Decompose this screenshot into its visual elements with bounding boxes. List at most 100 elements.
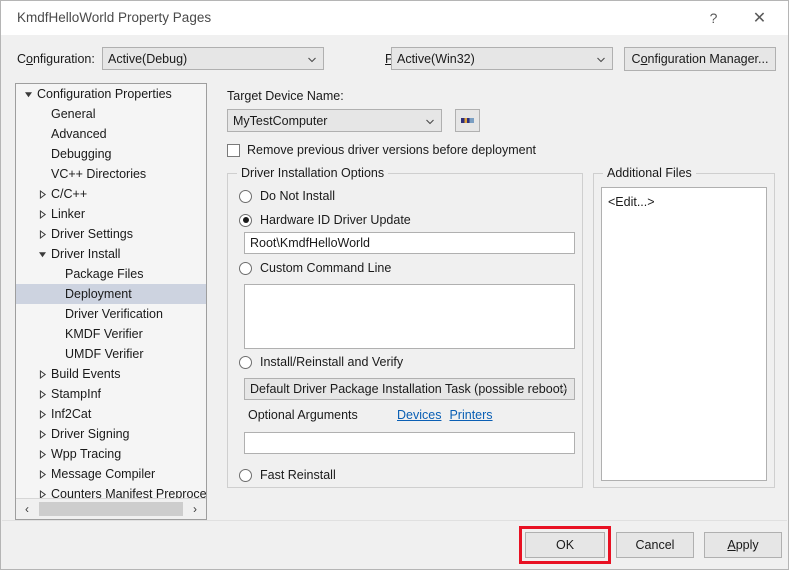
chevron-expanded-icon[interactable] (36, 244, 48, 264)
radio-custom-command-line[interactable]: Custom Command Line (239, 261, 391, 275)
configuration-manager-button[interactable]: Co nfiguration Manager... (624, 47, 776, 71)
radio-button[interactable] (239, 261, 252, 275)
browse-devices-button[interactable] (455, 109, 480, 132)
optional-arguments-label: Optional Arguments (248, 408, 358, 422)
remove-previous-versions-checkbox-row[interactable]: Remove previous driver versions before d… (227, 143, 536, 157)
radio-do-not-install-label: Do Not Install (260, 189, 336, 203)
radio-fast-reinstall[interactable]: Fast Reinstall (239, 468, 336, 482)
tree-horizontal-scrollbar[interactable]: ‹ › (16, 498, 206, 519)
tree-item[interactable]: General (16, 104, 206, 124)
tree-item[interactable]: Driver Settings (16, 224, 206, 244)
tree-item-label: Counters Manifest Preprocesso (51, 487, 206, 498)
additional-files-listbox[interactable]: <Edit...> (601, 187, 767, 481)
window-title: KmdfHelloWorld Property Pages (17, 10, 212, 25)
tree-item[interactable]: Message Compiler (16, 464, 206, 484)
additional-files-title: Additional Files (603, 166, 696, 180)
chevron-collapsed-icon[interactable] (36, 204, 48, 224)
ok-button[interactable]: OK (525, 532, 605, 558)
target-device-value: MyTestComputer (233, 113, 328, 128)
chevron-collapsed-icon[interactable] (36, 184, 48, 204)
help-icon[interactable]: ? (691, 1, 736, 35)
tree-item[interactable]: Build Events (16, 364, 206, 384)
chevron-collapsed-icon[interactable] (36, 424, 48, 444)
chevron-down-icon (596, 54, 605, 63)
tree-item[interactable]: UMDF Verifier (16, 344, 206, 364)
tree-item-label: Configuration Properties (37, 87, 172, 101)
custom-command-line-textarea[interactable] (244, 284, 575, 349)
installation-task-combobox[interactable]: Default Driver Package Installation Task… (244, 378, 575, 400)
configuration-combobox[interactable]: Active(Debug) (102, 47, 324, 70)
radio-custom-command-label: Custom Command Line (260, 261, 392, 275)
tree-item[interactable]: Driver Verification (16, 304, 206, 324)
tree-item[interactable]: StampInf (16, 384, 206, 404)
target-device-name-label: Target Device Name: (227, 89, 344, 103)
radio-install-verify-label: Install/Reinstall and Verify (260, 355, 404, 369)
tree-item-label: Inf2Cat (51, 407, 92, 421)
tree-item-label: Deployment (65, 287, 132, 301)
tree-item[interactable]: Driver Install (16, 244, 206, 264)
tree-item[interactable]: Debugging (16, 144, 206, 164)
chevron-collapsed-icon[interactable] (36, 364, 48, 384)
tree-item[interactable]: KMDF Verifier (16, 324, 206, 344)
tree-item[interactable]: Advanced (16, 124, 206, 144)
scroll-left-icon[interactable]: ‹ (16, 499, 38, 520)
list-item[interactable]: <Edit...> (608, 193, 766, 211)
tree-item-label: Message Compiler (51, 467, 156, 481)
property-pages-dialog: KmdfHelloWorld Property Pages ? ✕ Config… (0, 0, 789, 570)
cancel-button[interactable]: Cancel (616, 532, 694, 558)
tree-item[interactable]: C/C++ (16, 184, 206, 204)
scroll-right-icon[interactable]: › (184, 499, 206, 520)
chevron-expanded-icon[interactable] (22, 84, 34, 104)
radio-button[interactable] (239, 189, 252, 203)
tree-item-label: StampInf (51, 387, 102, 401)
tree-item-label: Package Files (65, 267, 144, 281)
printers-link[interactable]: Printers (449, 408, 492, 422)
tree-item[interactable]: Counters Manifest Preprocesso (16, 484, 206, 498)
chevron-down-icon (425, 116, 434, 125)
configuration-tree[interactable]: Configuration Properties General Advanced D… (15, 83, 207, 520)
chevron-collapsed-icon[interactable] (36, 404, 48, 424)
tree-item-label: General (51, 107, 96, 121)
devices-link[interactable]: Devices (397, 408, 441, 422)
tree-item[interactable]: Driver Signing (16, 424, 206, 444)
chevron-collapsed-icon[interactable] (36, 384, 48, 404)
optional-arguments-input[interactable] (244, 432, 575, 454)
platform-combobox[interactable]: Active(Win32) (391, 47, 613, 70)
chevron-collapsed-icon[interactable] (36, 464, 48, 484)
tree-item-label: Driver Settings (51, 227, 133, 241)
tree-item[interactable]: Inf2Cat (16, 404, 206, 424)
tree-item[interactable]: Deployment (16, 284, 206, 304)
chevron-collapsed-icon[interactable] (36, 224, 48, 244)
tree-item-label: KMDF Verifier (65, 327, 143, 341)
apply-button[interactable]: Apply (704, 532, 782, 558)
tree-item[interactable]: Configuration Properties (16, 84, 206, 104)
radio-do-not-install[interactable]: Do Not Install (239, 189, 335, 203)
hardware-id-input[interactable]: Root\KmdfHelloWorld (244, 232, 575, 254)
radio-button[interactable] (239, 213, 252, 227)
tree-item[interactable]: Linker (16, 204, 206, 224)
tree-item-label: VC++ Directories (51, 167, 147, 181)
tree-item-label: Driver Signing (51, 427, 130, 441)
close-icon[interactable]: ✕ (737, 1, 782, 35)
ellipsis-icon (461, 118, 474, 123)
tree-item[interactable]: Wpp Tracing (16, 444, 206, 464)
tree-item-label: Advanced (51, 127, 107, 141)
radio-hardware-id-driver-update[interactable]: Hardware ID Driver Update (239, 213, 411, 227)
tree-item[interactable]: Package Files (16, 264, 206, 284)
tree-item[interactable]: VC++ Directories (16, 164, 206, 184)
tree-item-list: Configuration Properties General Advanced D… (16, 84, 206, 498)
chevron-collapsed-icon[interactable] (36, 444, 48, 464)
chevron-collapsed-icon[interactable] (36, 484, 48, 498)
remove-previous-versions-label: Remove previous driver versions before d… (247, 143, 537, 157)
tree-item-label: Debugging (51, 147, 112, 161)
scrollbar-thumb[interactable] (39, 502, 183, 516)
radio-button[interactable] (239, 468, 252, 482)
radio-install-reinstall-and-verify[interactable]: Install/Reinstall and Verify (239, 355, 403, 369)
title-bar: KmdfHelloWorld Property Pages ? ✕ (1, 1, 788, 35)
tree-item-label: Linker (51, 207, 86, 221)
radio-button[interactable] (239, 355, 252, 369)
remove-previous-versions-checkbox[interactable] (227, 143, 240, 157)
radio-fast-reinstall-label: Fast Reinstall (260, 468, 336, 482)
target-device-combobox[interactable]: MyTestComputer (227, 109, 442, 132)
configuration-label: Configuration: (17, 52, 95, 66)
